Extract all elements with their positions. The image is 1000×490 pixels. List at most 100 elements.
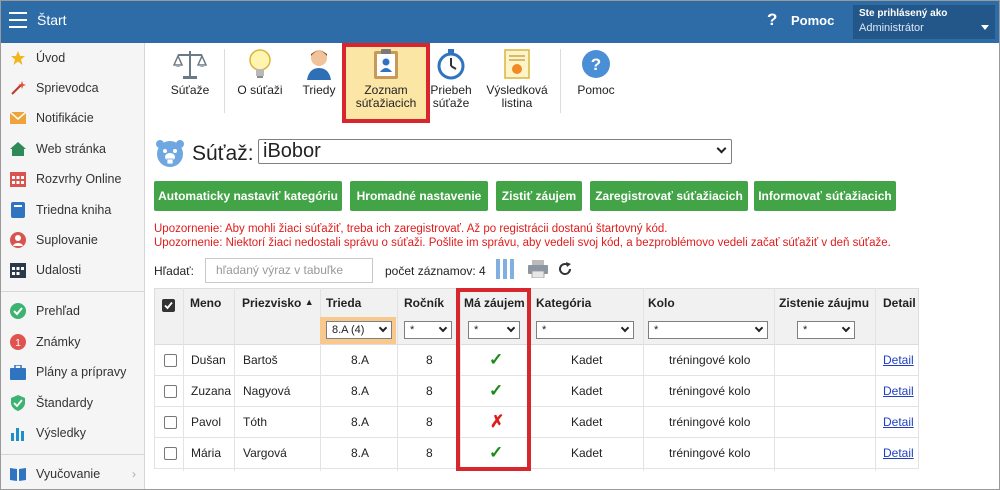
- sidebar-item-uvod[interactable]: Úvod: [1, 43, 144, 73]
- sidebar-item-label: Rozvrhy Online: [36, 172, 122, 186]
- cell-priezvisko: Tóth: [243, 415, 268, 429]
- select-all-checkbox[interactable]: [162, 299, 175, 312]
- filter-kolo[interactable]: *: [648, 321, 768, 339]
- sidebar-item-web-stranka[interactable]: Web stránka: [1, 134, 144, 164]
- sidebar-item-udalosti[interactable]: Udalosti: [1, 255, 144, 285]
- row-checkbox[interactable]: [164, 447, 177, 460]
- table-row[interactable]: Mária Vargová 8.A 8 ✓ Kadet tréningové k…: [154, 438, 919, 469]
- star-icon: [9, 49, 27, 67]
- row-checkbox[interactable]: [164, 416, 177, 429]
- sidebar-item-plany[interactable]: Plány a prípravy: [1, 357, 144, 387]
- sidebar-item-vyucovanie[interactable]: Vyučovanie ›: [1, 459, 144, 489]
- inform-contestants-button[interactable]: Informovať súťažiacich: [754, 181, 896, 211]
- sort-asc-icon: ▲: [304, 297, 314, 307]
- cell-kolo: tréningové kolo: [669, 384, 751, 398]
- check-interest-button[interactable]: Zistiť záujem: [496, 181, 582, 211]
- tool-pomoc[interactable]: ? Pomoc: [570, 47, 622, 115]
- warning-message: Upozornenie: Niektorí žiaci nedostali sp…: [154, 237, 891, 249]
- detail-link[interactable]: Detail: [883, 384, 914, 398]
- cell-priezvisko: Bartoš: [243, 353, 278, 367]
- help-icon[interactable]: ?: [767, 10, 777, 30]
- sidebar-item-vysledky[interactable]: Výsledky: [1, 418, 144, 448]
- app-title[interactable]: Štart: [37, 12, 67, 28]
- search-label: Hľadať:: [154, 264, 195, 278]
- cell-priezvisko: Vargová: [243, 446, 287, 460]
- row-checkbox[interactable]: [164, 354, 177, 367]
- tool-priebeh-sutaze[interactable]: Priebeh súťaže: [428, 47, 474, 115]
- sidebar-item-znamky[interactable]: 1 Známky: [1, 327, 144, 357]
- auto-category-button[interactable]: Automaticky nastaviť kategóriu: [154, 181, 342, 211]
- print-icon[interactable]: [528, 260, 548, 281]
- header-zistenie-zaujmu[interactable]: Zistenie záujmu: [779, 296, 869, 310]
- detail-link[interactable]: Detail: [883, 415, 914, 429]
- wand-icon: [9, 79, 27, 97]
- cell-meno: Pavol: [191, 415, 222, 429]
- header-rocnik[interactable]: Ročník: [404, 296, 444, 310]
- header-meno[interactable]: Meno: [190, 296, 221, 310]
- sidebar-item-sprievodca[interactable]: Sprievodca: [1, 73, 144, 103]
- student-icon: [294, 47, 344, 81]
- cell-rocnik: 8: [426, 415, 433, 429]
- sidebar-item-standardy[interactable]: Štandardy: [1, 388, 144, 418]
- warning-registration: Upozornenie: Aby mohli žiaci súťažiť, tr…: [154, 223, 668, 235]
- cell-kolo: tréningové kolo: [669, 446, 751, 460]
- refresh-icon[interactable]: [558, 262, 572, 279]
- sidebar-item-triedna-kniha[interactable]: Triedna kniha: [1, 195, 144, 225]
- sidebar: Úvod Sprievodca Notifikácie Web stránka …: [1, 43, 145, 489]
- sidebar-item-suplovanie[interactable]: Suplovanie: [1, 225, 144, 255]
- cell-rocnik: 8: [426, 446, 433, 460]
- sidebar-item-label: Úvod: [36, 51, 66, 65]
- contest-select[interactable]: iBobor: [258, 139, 732, 164]
- tool-triedy[interactable]: Triedy: [294, 47, 344, 115]
- cell-meno: Mária: [191, 446, 222, 460]
- sidebar-item-label: Vyučovanie: [36, 467, 101, 481]
- header-priezvisko[interactable]: Priezvisko ▲: [242, 296, 314, 310]
- chevron-down-icon: [754, 323, 764, 333]
- sidebar-item-notifikacie[interactable]: Notifikácie: [1, 103, 144, 133]
- help-link[interactable]: Pomoc: [791, 13, 834, 28]
- cell-priezvisko: Nagyová: [243, 384, 291, 398]
- filter-zistenie[interactable]: *: [797, 321, 855, 339]
- search-input[interactable]: hľadaný výraz v tabuľke: [205, 258, 373, 283]
- tool-label-line2: listina: [501, 96, 533, 110]
- toolbar: Súťaže O súťaži Triedy Zoznam súťažiacic…: [146, 43, 999, 123]
- filter-rocnik[interactable]: *: [404, 321, 452, 339]
- header-label: Priezvisko: [242, 296, 302, 310]
- cell-meno: Zuzana: [191, 384, 232, 398]
- bulk-settings-button[interactable]: Hromadné nastavenie: [350, 181, 488, 211]
- sidebar-item-rozvrhy[interactable]: Rozvrhy Online: [1, 164, 144, 194]
- table-row[interactable]: Dušan Bartoš 8.A 8 ✓ Kadet tréningové ko…: [154, 345, 919, 376]
- register-contestants-button[interactable]: Zaregistrovať súťažiacich: [590, 181, 748, 211]
- table-row[interactable]: Pavol Tóth 8.A 8 ✗ Kadet tréningové kolo…: [154, 407, 919, 438]
- beaver-icon: [154, 138, 186, 171]
- header-trieda[interactable]: Trieda: [326, 296, 361, 310]
- tool-vysledkova-listina[interactable]: Výsledková listina: [480, 47, 554, 115]
- filter-value: *: [654, 324, 659, 336]
- header-kategoria[interactable]: Kategória: [536, 296, 591, 310]
- tool-zoznam-sutaziacich[interactable]: Zoznam súťažiacich: [342, 43, 430, 123]
- cell-kategoria: Kadet: [571, 353, 603, 367]
- tool-o-sutazi[interactable]: O súťaži: [232, 47, 288, 115]
- cell-kategoria: Kadet: [571, 384, 603, 398]
- columns-icon[interactable]: [496, 259, 514, 282]
- user-role: Administrátor: [859, 22, 924, 34]
- user-menu[interactable]: Ste prihlásený ako Administrátor: [853, 5, 995, 39]
- sidebar-item-prehlad[interactable]: Prehľad: [1, 296, 144, 326]
- filter-kategoria[interactable]: *: [536, 321, 634, 339]
- sidebar-item-label: Štandardy: [36, 396, 93, 410]
- chevron-down-icon: [378, 323, 388, 333]
- sidebar-item-label: Sprievodca: [36, 81, 99, 95]
- detail-link[interactable]: Detail: [883, 446, 914, 460]
- filter-value: *: [542, 324, 547, 336]
- filter-trieda[interactable]: 8.A (4): [326, 321, 392, 339]
- menu-icon[interactable]: [9, 12, 27, 28]
- header-kolo[interactable]: Kolo: [648, 296, 675, 310]
- row-checkbox[interactable]: [164, 385, 177, 398]
- table-row[interactable]: Zuzana Nagyová 8.A 8 ✓ Kadet tréningové …: [154, 376, 919, 407]
- contest-label: Súťaž:: [192, 142, 254, 165]
- stopwatch-icon: [428, 47, 474, 81]
- book-icon: [9, 201, 27, 219]
- detail-link[interactable]: Detail: [883, 353, 914, 367]
- tool-sutaze[interactable]: Súťaže: [164, 47, 216, 115]
- clipboard-icon: [346, 47, 426, 81]
